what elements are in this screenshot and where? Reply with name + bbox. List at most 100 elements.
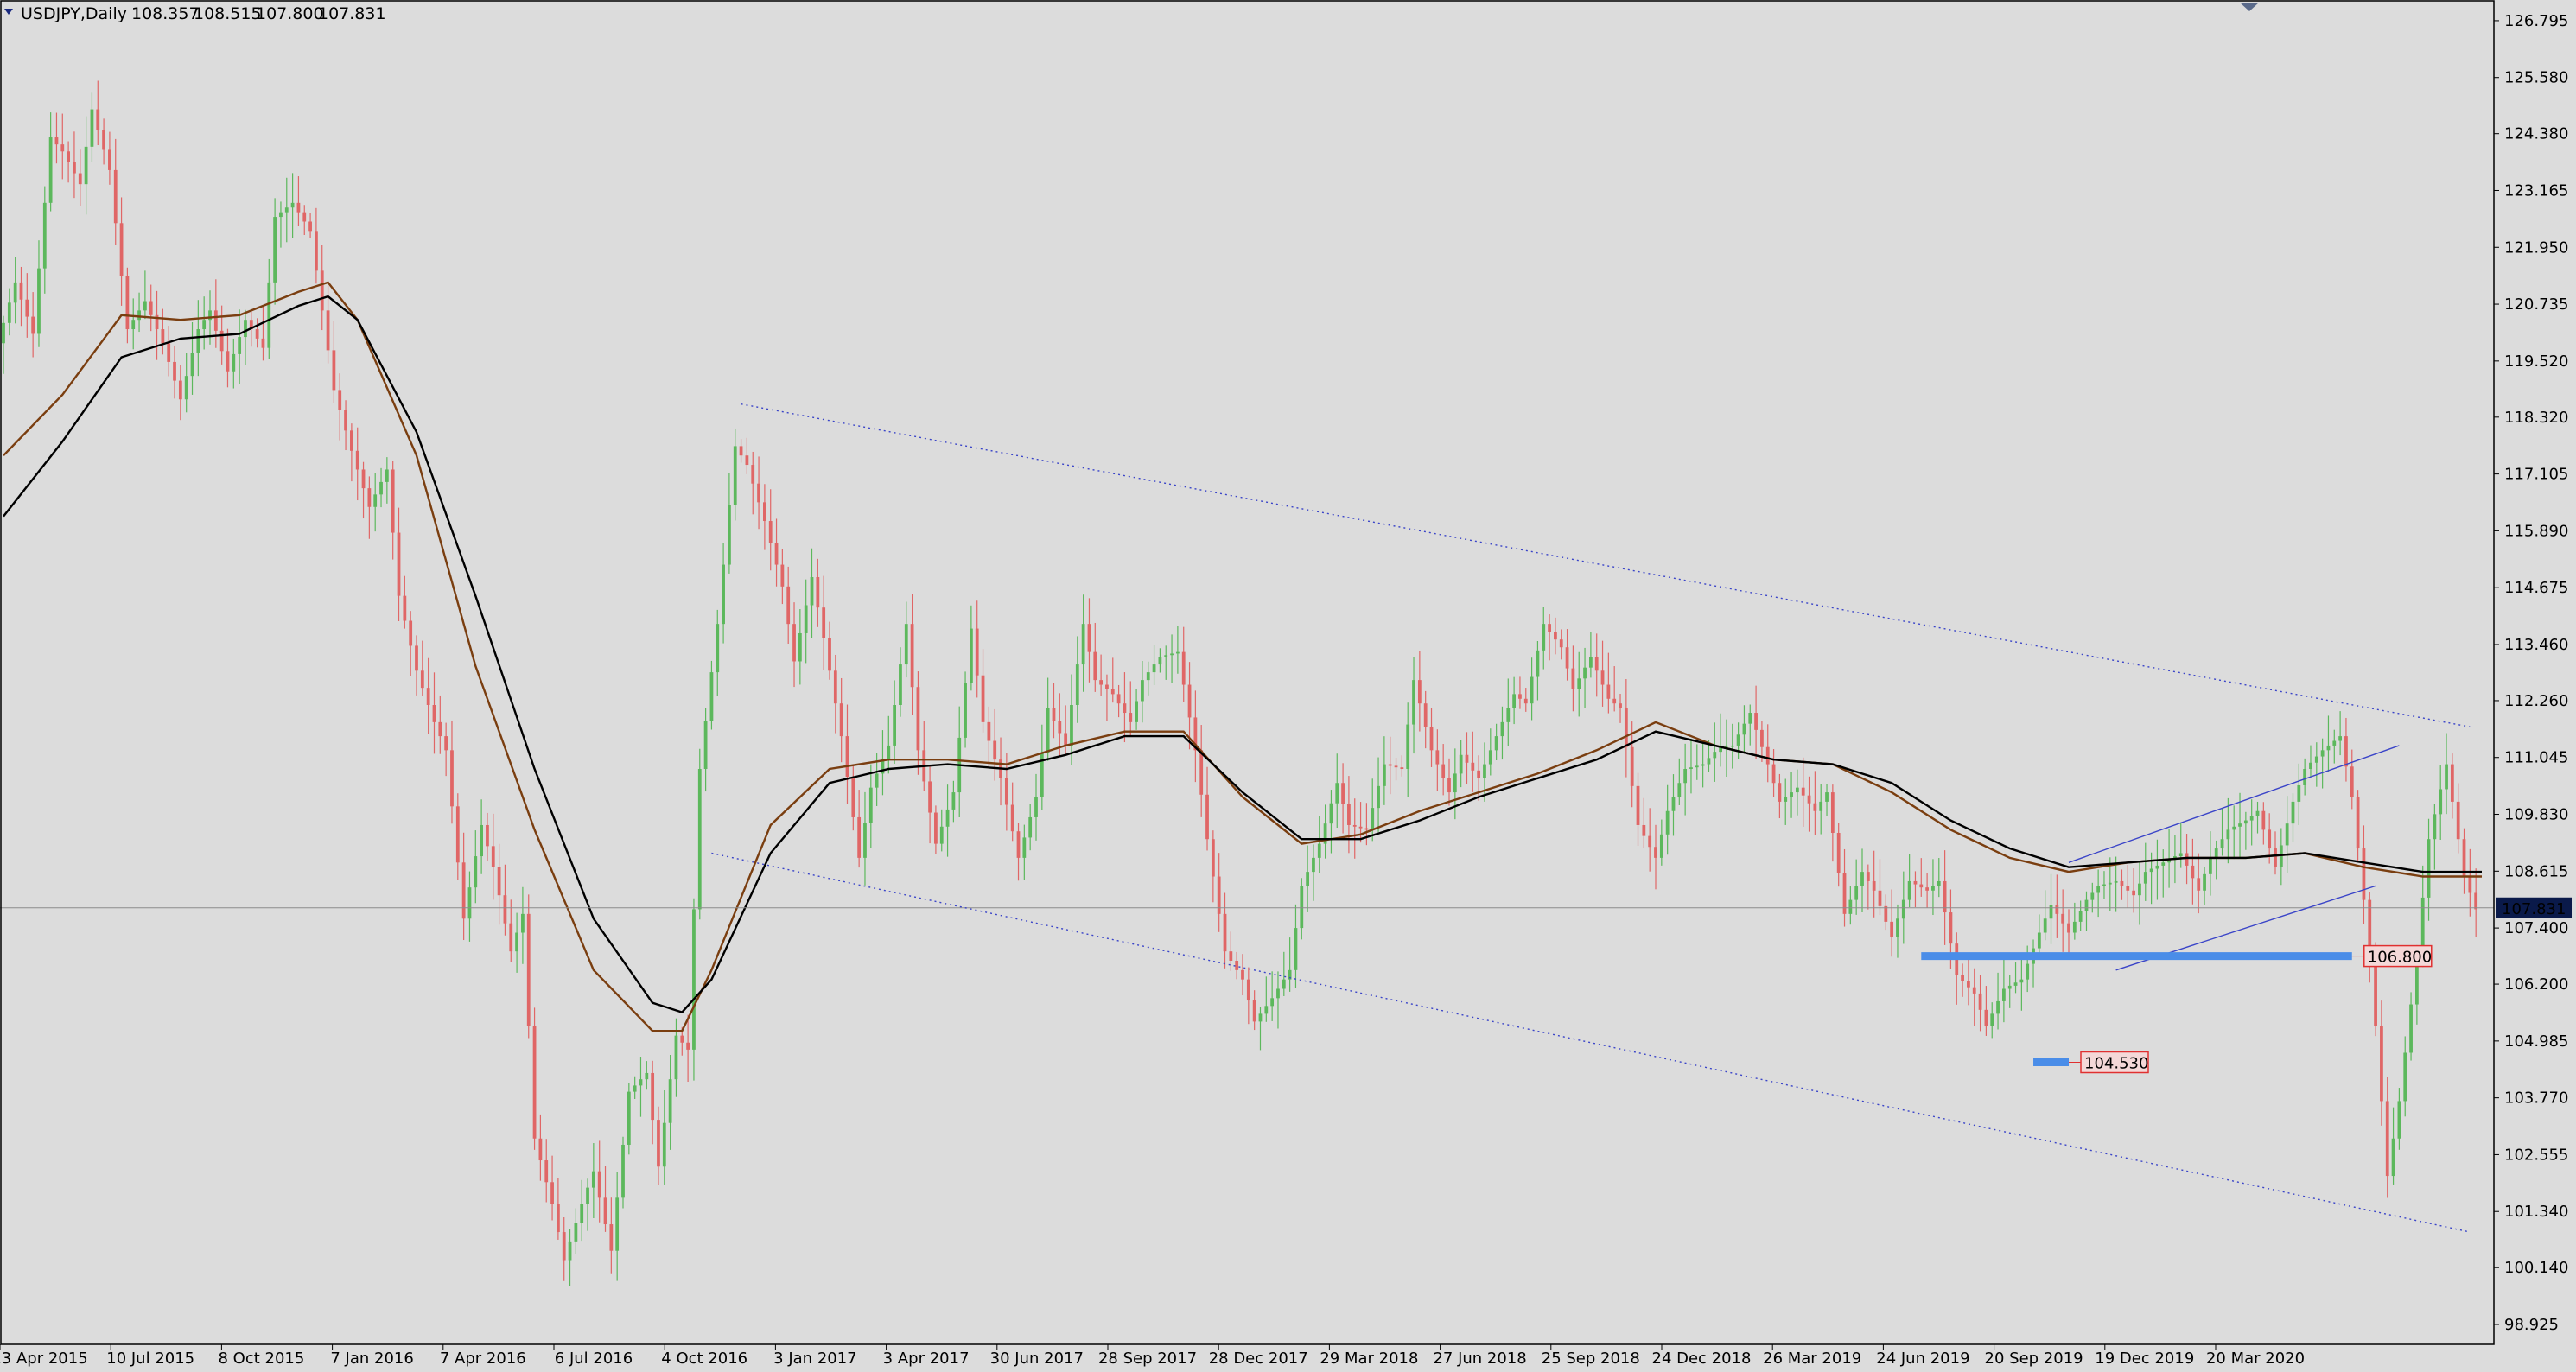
symbol-label: USDJPY,Daily: [21, 4, 127, 23]
candle-body: [491, 846, 495, 867]
candle-body: [461, 862, 466, 919]
candle-body: [556, 1204, 560, 1233]
x-tick-label: 24 Dec 2018: [1652, 1350, 1752, 1368]
candle-body: [1677, 783, 1682, 797]
y-tick-label: 112.260: [2504, 692, 2568, 710]
candle-body: [438, 721, 442, 737]
candle-body: [1477, 770, 1481, 778]
candle-body: [503, 895, 507, 924]
candle-body: [1813, 803, 1817, 811]
candle-body: [1235, 961, 1239, 970]
candle-body: [2350, 766, 2354, 797]
candle-body: [48, 137, 53, 203]
candle-body: [1612, 698, 1617, 704]
y-tick-label: 126.795: [2504, 12, 2568, 30]
candle-body: [1961, 975, 1964, 981]
candle-body: [745, 455, 749, 466]
x-tick-label: 3 Apr 2017: [883, 1350, 970, 1368]
candle-body: [226, 351, 230, 372]
candle-body: [550, 1182, 554, 1204]
candle-body: [1093, 651, 1097, 681]
candle-body: [1937, 880, 1941, 886]
candle-body: [899, 664, 902, 705]
candle-body: [1211, 839, 1215, 877]
candle-body: [1270, 998, 1275, 1007]
candle-body: [2427, 839, 2431, 898]
candle-body: [2049, 905, 2053, 919]
candle-body: [1347, 804, 1351, 825]
candle-body: [67, 151, 71, 162]
candle-body: [1146, 672, 1150, 681]
candle-body: [31, 316, 35, 334]
candle-body: [2, 322, 5, 344]
candle-body: [1577, 678, 1581, 689]
candle-body: [2326, 745, 2331, 751]
candle-body: [2108, 882, 2112, 885]
candle-body: [1606, 684, 1611, 699]
candle-body: [1548, 624, 1551, 632]
candle-body: [786, 586, 791, 625]
candle-body: [762, 502, 766, 522]
candle-body: [2149, 868, 2153, 873]
y-tick-label: 117.105: [2504, 466, 2568, 484]
candle-body: [1129, 713, 1133, 722]
candle-body: [863, 823, 867, 858]
y-tick-label: 104.985: [2504, 1032, 2568, 1051]
candle-body: [2309, 762, 2312, 769]
candle-body: [1559, 639, 1563, 648]
candle-body: [1630, 746, 1634, 786]
candle-body: [2102, 884, 2106, 886]
candle-body: [1471, 762, 1475, 771]
candle-body: [2155, 865, 2159, 869]
candle-body: [1264, 1006, 1269, 1014]
candle-body: [137, 310, 141, 321]
candle-body: [621, 1144, 625, 1198]
candle-body: [1913, 880, 1918, 885]
candle-body: [562, 1232, 566, 1261]
candle-body: [1659, 834, 1663, 858]
candle-body: [1878, 890, 1882, 906]
candle-body: [2055, 905, 2059, 914]
candle-body: [857, 816, 862, 858]
candle-body: [2096, 886, 2101, 893]
candle-body: [1594, 657, 1599, 671]
candle-body: [1518, 694, 1522, 699]
candle-body: [2037, 932, 2041, 949]
candle-body: [1276, 988, 1280, 999]
candle-body: [1825, 792, 1829, 802]
candle-body: [532, 1026, 537, 1139]
price-label-text: 104.530: [2084, 1054, 2148, 1072]
y-tick-label: 106.200: [2504, 975, 2568, 994]
candle-body: [1317, 843, 1321, 858]
candle-body: [1016, 831, 1021, 858]
candle-body: [1907, 880, 1911, 900]
candle-body: [2084, 899, 2089, 911]
candle-body: [1164, 655, 1168, 657]
current-price-label: 107.831: [2502, 900, 2566, 918]
candle-body: [1241, 969, 1244, 980]
candle-body: [1258, 1013, 1263, 1022]
candle-body: [1004, 778, 1008, 805]
candle-body: [2007, 985, 2012, 989]
candle-body: [1695, 765, 1699, 768]
candle-body: [1984, 1009, 1988, 1026]
y-tick-label: 119.520: [2504, 353, 2568, 371]
candle-body: [2433, 814, 2437, 840]
price-chart[interactable]: 106.800 104.530 126.795 125.580 124.380 123.…: [0, 0, 2576, 1372]
chart-window: 106.800 104.530 126.795 125.580 124.380 123.…: [0, 0, 2576, 1372]
candle-body: [332, 350, 336, 391]
candle-body: [1459, 754, 1463, 774]
x-tick-label: 28 Dec 2017: [1209, 1350, 1308, 1368]
candle-body: [1807, 795, 1811, 804]
candle-body: [1754, 713, 1758, 730]
candle-body: [597, 1171, 601, 1198]
candle-body: [1795, 787, 1799, 793]
y-tick-label: 107.400: [2504, 919, 2568, 937]
y-tick-label: 124.380: [2504, 125, 2568, 143]
candle-body: [1022, 837, 1027, 858]
candle-body: [1542, 624, 1546, 651]
candle-body: [119, 223, 124, 276]
candle-body: [1901, 899, 1905, 919]
candle-body: [1771, 764, 1776, 784]
candle-body: [1866, 872, 1870, 881]
